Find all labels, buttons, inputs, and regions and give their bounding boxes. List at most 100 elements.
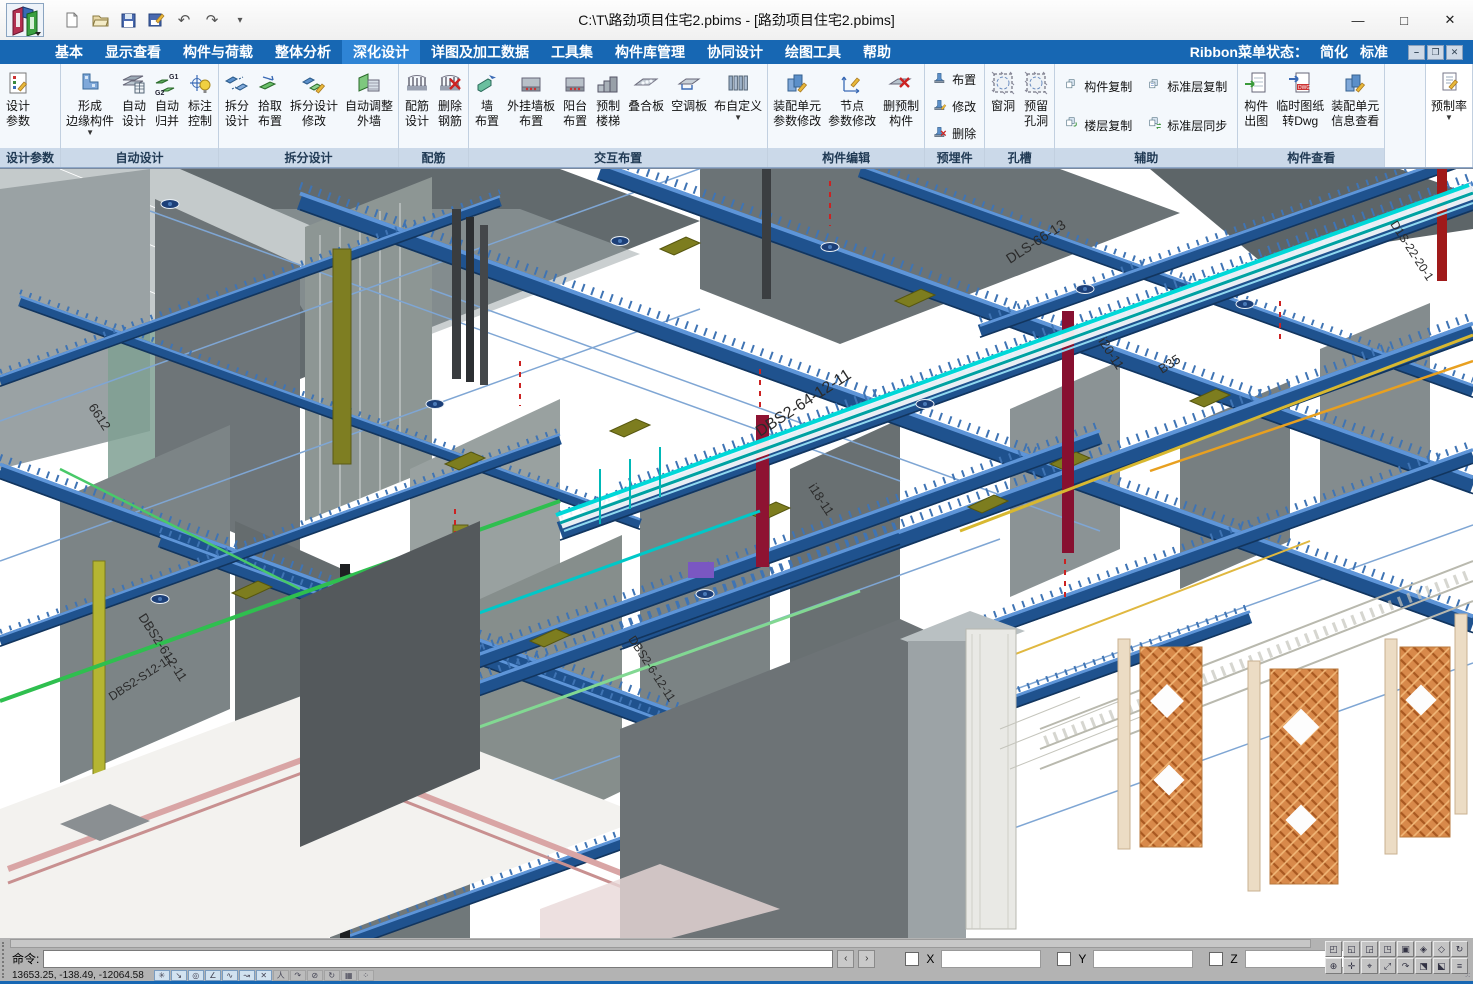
auto-merge-button[interactable]: G1G2自动归并 bbox=[151, 66, 183, 146]
node-snap-icon[interactable]: ↘ bbox=[171, 970, 187, 981]
split-design-edit-button[interactable]: 拆分设计修改 bbox=[287, 66, 341, 146]
resize-grip[interactable]: ⁙ bbox=[1464, 971, 1471, 980]
assembly-unit-info-button[interactable]: 装配单元信息查看 bbox=[1328, 66, 1382, 146]
ribbon-state-simplified[interactable]: 简化 bbox=[1320, 42, 1348, 62]
command-scroll-left-button[interactable]: ‹ bbox=[837, 950, 854, 968]
zoom-scale-icon[interactable]: ⤢ bbox=[1379, 958, 1396, 974]
axis-x-checkbox[interactable] bbox=[905, 952, 919, 966]
axis-x-input[interactable] bbox=[941, 950, 1041, 968]
nearest-snap-icon[interactable]: ∿ bbox=[222, 970, 238, 981]
tab-component-library[interactable]: 构件库管理 bbox=[604, 40, 696, 64]
view-left-icon[interactable]: ◲ bbox=[1361, 941, 1378, 957]
auto-adjust-exterior-wall-button[interactable]: 自动调整外墙 bbox=[342, 66, 396, 146]
zoom-window-icon[interactable]: ⌖ bbox=[1361, 958, 1378, 974]
save-as-icon[interactable] bbox=[144, 8, 168, 32]
tab-help[interactable]: 帮助 bbox=[852, 40, 902, 64]
delete-precast-member-button[interactable]: 删预制构件 bbox=[880, 66, 922, 146]
view-sw-icon[interactable]: ◈ bbox=[1415, 941, 1432, 957]
view-se-icon[interactable]: ◇ bbox=[1433, 941, 1450, 957]
tab-collaborative-design[interactable]: 协同设计 bbox=[696, 40, 774, 64]
tab-drawing-tools[interactable]: 绘图工具 bbox=[774, 40, 852, 64]
model-viewport[interactable]: DBS2-64-12-11i18-11i20-11DLS-66-13D1S-22… bbox=[0, 168, 1473, 938]
endpoint-snap-icon[interactable]: ∠ bbox=[205, 970, 221, 981]
doc-restore-button[interactable]: ❐ bbox=[1427, 45, 1444, 60]
standard-floor-copy-button[interactable]: 标准层复制 bbox=[1146, 78, 1229, 96]
axis-y-checkbox[interactable] bbox=[1057, 952, 1071, 966]
delete-rebar-button[interactable]: 删除钢筋 bbox=[434, 66, 466, 146]
embed-edit-button[interactable]: 修改 bbox=[931, 97, 978, 115]
crosshair-snap-icon[interactable]: ⁘ bbox=[358, 970, 374, 981]
shade-icon[interactable]: ⬔ bbox=[1415, 958, 1432, 974]
perpendicular-snap-icon[interactable]: 人 bbox=[273, 970, 289, 981]
doc-minimize-button[interactable]: – bbox=[1408, 45, 1425, 60]
tab-toolset[interactable]: 工具集 bbox=[540, 40, 604, 64]
circle-snap-icon[interactable]: ◎ bbox=[188, 970, 204, 981]
view-rotate-icon[interactable]: ↻ bbox=[1451, 941, 1468, 957]
osnap-settings-icon[interactable]: ✳ bbox=[154, 970, 170, 981]
wall-place-button[interactable]: 墙布置 bbox=[471, 66, 503, 146]
view-right-icon[interactable]: ◳ bbox=[1379, 941, 1396, 957]
pan-icon[interactable]: ✛ bbox=[1343, 958, 1360, 974]
new-file-icon[interactable] bbox=[60, 8, 84, 32]
window-opening-button[interactable]: 窗洞 bbox=[987, 66, 1019, 146]
ribbon-state-standard[interactable]: 标准 bbox=[1360, 42, 1388, 62]
orbit-icon[interactable]: ↷ bbox=[1397, 958, 1414, 974]
grid-snap-icon[interactable]: ▦ bbox=[341, 970, 357, 981]
rebar-design-button[interactable]: 配筋设计 bbox=[401, 66, 433, 146]
composite-slab-button[interactable]: 叠合板 bbox=[625, 66, 667, 146]
minimize-button[interactable]: — bbox=[1335, 0, 1381, 40]
embed-delete-button[interactable]: 删除 bbox=[931, 124, 978, 142]
node-param-edit-button[interactable]: 节点参数修改 bbox=[825, 66, 879, 146]
axis-y-input[interactable] bbox=[1093, 950, 1193, 968]
split-design-button[interactable]: 拆分设计 bbox=[221, 66, 253, 146]
undo-icon[interactable]: ↶ bbox=[172, 8, 196, 32]
annotation-control-button[interactable]: 标注控制 bbox=[184, 66, 216, 146]
edge-member-form-button[interactable]: 形成边缘构件▼ bbox=[63, 66, 117, 146]
precast-stair-button[interactable]: 预制楼梯 bbox=[592, 66, 624, 146]
save-icon[interactable] bbox=[116, 8, 140, 32]
redo-icon[interactable]: ↷ bbox=[200, 8, 224, 32]
temp-drawing-to-dwg-button[interactable]: DWG临时图纸转Dwg bbox=[1273, 66, 1327, 146]
design-params-button[interactable]: 设计参数 bbox=[2, 66, 34, 146]
pick-place-button[interactable]: 拾取布置 bbox=[254, 66, 286, 146]
cladding-panel-place-button[interactable]: 外挂墙板布置 bbox=[504, 66, 558, 146]
member-drawing-output-button[interactable]: 构件出图 bbox=[1240, 66, 1272, 146]
embed-place-button[interactable]: 布置 bbox=[931, 70, 978, 88]
view-iso-icon[interactable]: ▣ bbox=[1397, 941, 1414, 957]
view-front-icon[interactable]: ◱ bbox=[1343, 941, 1360, 957]
horizontal-scrollbar[interactable] bbox=[10, 939, 1311, 948]
open-file-icon[interactable] bbox=[88, 8, 112, 32]
view-top-icon[interactable]: ◰ bbox=[1325, 941, 1342, 957]
rotate-snap-icon[interactable]: ↻ bbox=[324, 970, 340, 981]
command-scroll-right-button[interactable]: › bbox=[858, 950, 875, 968]
tab-display-view[interactable]: 显示查看 bbox=[94, 40, 172, 64]
intersection-snap-icon[interactable]: ✕ bbox=[256, 970, 272, 981]
standard-floor-sync-button[interactable]: 标准层同步 bbox=[1146, 116, 1229, 134]
close-button[interactable]: ✕ bbox=[1427, 0, 1473, 40]
axis-z-checkbox[interactable] bbox=[1209, 952, 1223, 966]
parallel-snap-icon[interactable]: ↷ bbox=[290, 970, 306, 981]
tab-detail-and-fabrication-data[interactable]: 详图及加工数据 bbox=[420, 40, 540, 64]
auto-design-button[interactable]: 自动设计 bbox=[118, 66, 150, 146]
ac-panel-button[interactable]: 空调板 bbox=[668, 66, 710, 146]
zoom-extents-icon[interactable]: ⊕ bbox=[1325, 958, 1342, 974]
tab-detailed-design[interactable]: 深化设计 bbox=[342, 40, 420, 64]
app-logo[interactable] bbox=[6, 3, 44, 37]
floor-copy-button[interactable]: 楼层复制 bbox=[1063, 116, 1134, 134]
tab-basic[interactable]: 基本 bbox=[44, 40, 94, 64]
reserved-hole-button[interactable]: 预留孔洞 bbox=[1020, 66, 1052, 146]
maximize-button[interactable]: □ bbox=[1381, 0, 1427, 40]
member-copy-button[interactable]: 构件复制 bbox=[1063, 78, 1134, 96]
qat-overflow-icon[interactable]: ▾ bbox=[228, 8, 252, 32]
doc-close-button[interactable]: ✕ bbox=[1446, 45, 1463, 60]
custom-place-button[interactable]: 布自定义▼ bbox=[711, 66, 765, 146]
tab-global-analysis[interactable]: 整体分析 bbox=[264, 40, 342, 64]
command-input[interactable] bbox=[43, 950, 833, 968]
tab-components-loads[interactable]: 构件与荷载 bbox=[172, 40, 264, 64]
assembly-unit-param-edit-button[interactable]: 装配单元参数修改 bbox=[770, 66, 824, 146]
precast-rate-button[interactable]: 预制率▼ bbox=[1428, 66, 1470, 146]
no-snap-icon[interactable]: ⊘ bbox=[307, 970, 323, 981]
midpoint-snap-icon[interactable]: ↝ bbox=[239, 970, 255, 981]
balcony-place-button[interactable]: 阳台布置 bbox=[559, 66, 591, 146]
wire-icon[interactable]: ⬕ bbox=[1433, 958, 1450, 974]
